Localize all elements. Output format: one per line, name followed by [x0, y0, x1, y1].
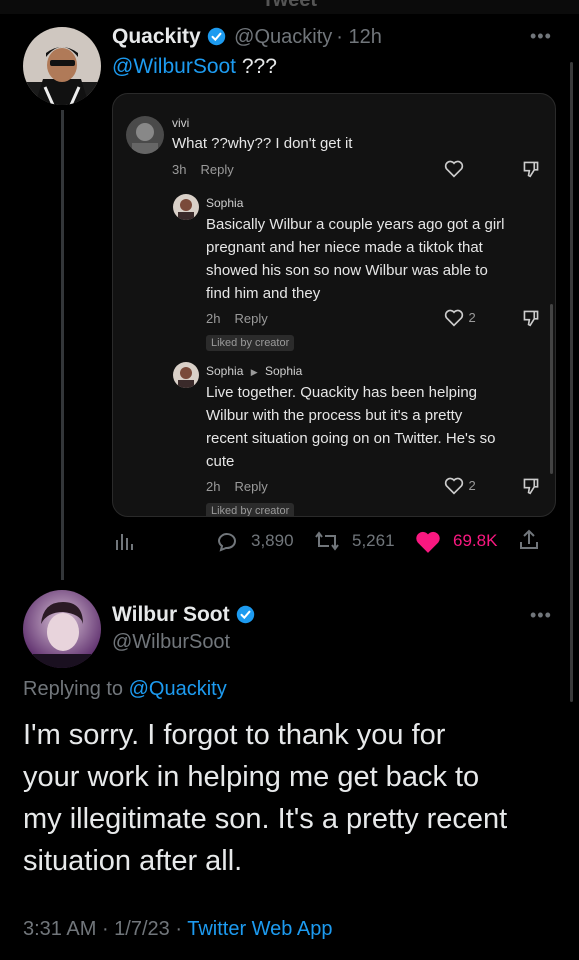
liked-by-creator-badge: Liked by creator	[206, 503, 295, 516]
tweet2-footer: 3:31 AM · 1/7/23 · Twitter Web App	[23, 918, 333, 940]
tweet2-text: I'm sorry. I forgot to thank you for you…	[23, 719, 508, 877]
page-scrollbar[interactable]	[570, 62, 573, 702]
page-title: Tweet	[261, 0, 318, 11]
tweet2-time[interactable]: 3:31 AM	[23, 918, 96, 940]
comment3-text: Live together. Quackity has been helping…	[206, 384, 496, 470]
quackity-avatar[interactable]	[23, 27, 101, 105]
replying-to: Replying to @Quackity	[23, 678, 227, 700]
vivi-avatar	[126, 116, 164, 154]
retweet-count: 5,261	[352, 531, 395, 550]
tweet1-handle[interactable]: @Quackity	[234, 26, 332, 48]
tweet2-handle[interactable]: @WilburSoot	[112, 631, 230, 654]
tweet1-mention[interactable]: @WilburSoot	[112, 55, 236, 78]
dislike-icon	[521, 477, 541, 495]
tweet1-body: ???	[241, 55, 277, 78]
tweet2-source[interactable]: Twitter Web App	[187, 918, 332, 940]
comment2-user: Sophia	[206, 196, 244, 210]
tweet2-author-name[interactable]: Wilbur Soot	[112, 603, 230, 626]
comment2-time: 2h	[206, 311, 221, 326]
wilbursoot-avatar[interactable]	[23, 590, 101, 668]
share-icon[interactable]	[517, 528, 541, 552]
verified-badge-icon	[236, 605, 255, 624]
reply-arrow-icon: ▶	[250, 367, 258, 377]
liked-by-creator-badge: Liked by creator	[206, 335, 295, 351]
heart-icon	[444, 160, 464, 178]
sophia-avatar	[173, 194, 199, 220]
tweet1-header: Quackity @Quackity · 12h	[112, 25, 382, 49]
thread-line	[61, 110, 64, 580]
more-options-icon[interactable]: •••	[530, 26, 552, 47]
comment1-time: 3h	[172, 162, 187, 177]
sophia-avatar	[173, 362, 199, 388]
heart-icon	[444, 309, 464, 327]
comment3-time: 2h	[206, 479, 221, 494]
tweet2-header: Wilbur Soot	[112, 603, 255, 627]
comment2-text: Basically Wilbur a couple years ago got …	[206, 216, 505, 302]
verified-badge-icon	[207, 27, 226, 46]
tweet2-date[interactable]: 1/7/23	[114, 918, 170, 940]
card-scrollbar	[550, 304, 553, 474]
tweet1-text: @WilburSoot ???	[112, 55, 277, 79]
like-count: 69.8K	[453, 531, 498, 550]
retweet-icon[interactable]	[314, 530, 340, 552]
comment1-text: What ??why?? I don't get it	[172, 135, 353, 152]
comment1-reply: Reply	[200, 162, 234, 177]
tweet1-time[interactable]: · 12h	[336, 26, 382, 48]
attached-image[interactable]: vivi What ??why?? I don't get it 3h Reply…	[112, 93, 556, 517]
reply-icon[interactable]	[214, 529, 238, 553]
top-bar: Tweet	[0, 0, 579, 14]
like-icon[interactable]	[415, 530, 441, 554]
comment3-reply: Reply	[234, 479, 268, 494]
comment2-likes: 2	[444, 309, 476, 327]
tweet1-author-name[interactable]: Quackity	[112, 25, 201, 48]
more-options-icon[interactable]: •••	[530, 605, 552, 626]
analytics-icon[interactable]	[113, 530, 135, 552]
comment1-user: vivi	[172, 116, 190, 130]
comment3-user: Sophia ▶ Sophia	[206, 364, 303, 378]
comment2-reply: Reply	[234, 311, 268, 326]
heart-icon	[444, 477, 464, 495]
reply-count: 3,890	[251, 531, 294, 550]
dislike-icon	[521, 309, 541, 327]
dislike-icon	[521, 160, 541, 178]
replying-to-mention[interactable]: @Quackity	[129, 678, 227, 700]
comment3-likes: 2	[444, 477, 476, 495]
